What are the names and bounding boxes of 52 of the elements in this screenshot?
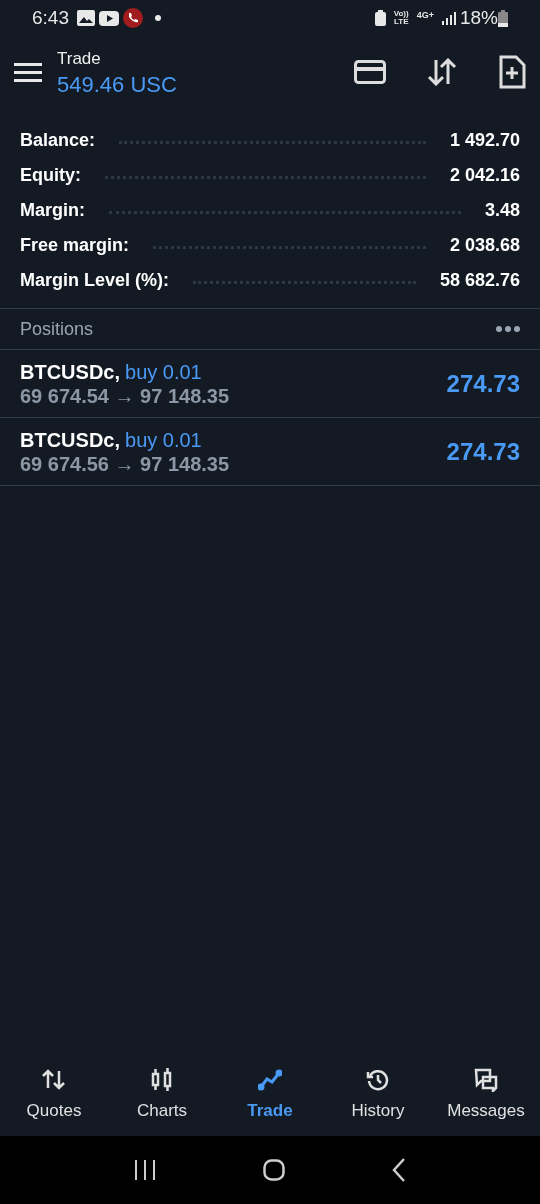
- summary-value: 2 038.68: [449, 234, 520, 257]
- nav-tab[interactable]: Messages: [432, 1068, 540, 1124]
- status-time: 6:43: [32, 5, 69, 30]
- network-label: 4G+: [416, 9, 434, 22]
- volte-label: Vo)): [393, 10, 409, 18]
- position-side: buy 0.01: [125, 427, 202, 452]
- back-icon[interactable]: [392, 1158, 407, 1182]
- position-prices: 69 674.56 → 97 148.35: [20, 451, 230, 476]
- recent-apps-icon[interactable]: [133, 1160, 156, 1180]
- battery-percent: 18%: [459, 5, 498, 30]
- history-icon: [366, 1068, 390, 1093]
- card-icon[interactable]: [354, 60, 386, 84]
- chat-bubbles-icon: [474, 1068, 498, 1093]
- position-prices: 69 674.54 → 97 148.35: [20, 383, 230, 408]
- summary-label: Free margin:: [20, 234, 130, 257]
- candlestick-icon: [150, 1068, 174, 1093]
- position-side: buy 0.01: [125, 359, 202, 384]
- nav-tab[interactable]: Charts: [108, 1068, 216, 1124]
- summary-value: 1 492.70: [449, 129, 520, 152]
- video-icon: [99, 10, 119, 26]
- summary-label: Balance:: [20, 129, 96, 152]
- battery-icon: [498, 9, 508, 27]
- position-symbol: BTCUSDc,: [20, 427, 120, 452]
- gallery-icon: [77, 10, 95, 26]
- position-symbol: BTCUSDc,: [20, 359, 120, 384]
- position-profit: 274.73: [446, 436, 520, 467]
- summary-label: Margin:: [20, 199, 85, 222]
- position-row[interactable]: BTCUSDc, buy 0.01 69 674.56 → 97 148.35 274.73: [0, 417, 540, 485]
- summary-value: 2 042.16: [449, 164, 520, 187]
- more-icon[interactable]: [496, 326, 520, 332]
- account-balance: 549.46 USC: [57, 71, 177, 99]
- summary-value: 58 682.76: [439, 269, 520, 292]
- summary-label: Margin Level (%):: [20, 269, 170, 292]
- line-chart-icon: [258, 1068, 282, 1093]
- dot-icon: [155, 15, 161, 21]
- section-title: Positions: [20, 317, 94, 341]
- nav-tab[interactable]: Quotes: [0, 1068, 108, 1124]
- menu-icon[interactable]: [14, 61, 42, 83]
- sort-icon[interactable]: [426, 58, 458, 86]
- nav-tab[interactable]: History: [324, 1068, 432, 1124]
- phone-icon: [123, 8, 143, 28]
- signal-icon: [441, 11, 456, 25]
- position-profit: 274.73: [446, 368, 520, 399]
- position-row[interactable]: BTCUSDc, buy 0.01 69 674.54 → 97 148.35 274.73: [0, 349, 540, 417]
- nav-tab[interactable]: Trade: [216, 1068, 324, 1124]
- home-icon[interactable]: [263, 1159, 285, 1181]
- new-document-icon[interactable]: [498, 55, 526, 89]
- battery-saver-icon: [374, 10, 386, 26]
- lte-label: LTE: [393, 18, 409, 26]
- summary-label: Equity:: [20, 164, 81, 187]
- screen-title: Trade: [57, 47, 102, 70]
- summary-value: 3.48: [484, 199, 520, 222]
